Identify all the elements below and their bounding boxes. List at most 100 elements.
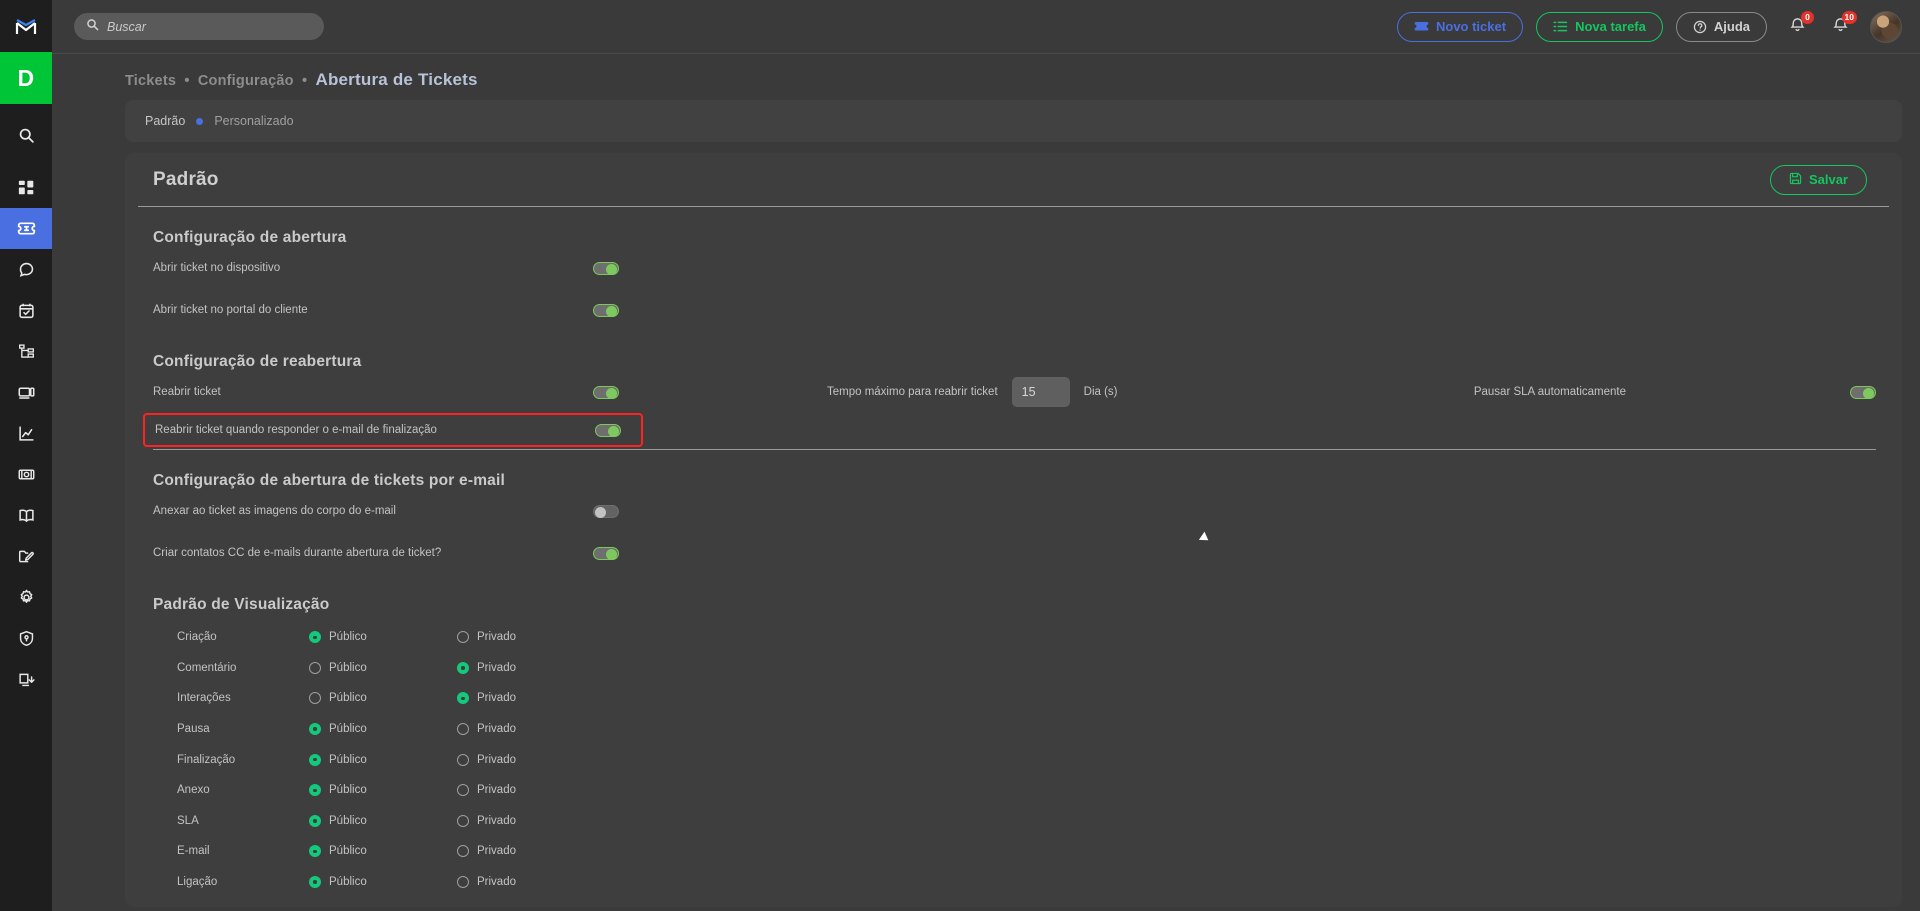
breadcrumb-sep-1: • (184, 73, 190, 89)
radio-option-public[interactable]: Público (309, 845, 457, 858)
radio-option-private[interactable]: Privado (457, 692, 605, 705)
radio-public-icon[interactable] (309, 723, 321, 736)
notifications-button[interactable]: 10 (1827, 10, 1857, 40)
radio-option-label: Público (329, 753, 367, 766)
radio-option-private[interactable]: Privado (457, 631, 605, 644)
radio-option-private[interactable]: Privado (457, 723, 605, 736)
visibility-row: Pausa Público Privado (177, 714, 1876, 745)
radio-option-public[interactable]: Público (309, 784, 457, 797)
visibility-row-label: Anexo (177, 784, 210, 797)
radio-option-public[interactable]: Público (309, 753, 457, 766)
radio-option-label: Privado (477, 661, 516, 674)
radio-option-private[interactable]: Privado (457, 753, 605, 766)
reopen-days-input[interactable] (1011, 377, 1070, 407)
radio-public-icon[interactable] (309, 631, 321, 644)
radio-public-icon[interactable] (309, 661, 321, 674)
company-m-logo[interactable] (0, 0, 52, 52)
radio-private-icon[interactable] (457, 723, 469, 736)
radio-public-icon[interactable] (309, 876, 321, 889)
shield-key-icon (18, 630, 35, 647)
toggle-knob-icon (606, 263, 617, 275)
radio-option-private[interactable]: Privado (457, 814, 605, 827)
sidebar-item-finance[interactable] (0, 454, 52, 495)
tab-personalizado[interactable]: Personalizado (214, 114, 293, 128)
new-ticket-button[interactable]: Novo ticket (1396, 11, 1524, 42)
breadcrumb-item-tickets[interactable]: Tickets (125, 73, 176, 89)
sidebar-item-security[interactable] (0, 618, 52, 659)
sidebar-item-devices[interactable] (0, 372, 52, 413)
pause-sla-label: Pausar SLA automaticamente (1473, 386, 1626, 398)
pause-sla-group: Pausar SLA automaticamente (1473, 385, 1876, 399)
search-box[interactable] (74, 13, 324, 40)
radio-option-public[interactable]: Público (309, 692, 457, 705)
account-avatar-letter[interactable]: D (0, 52, 52, 104)
radio-public-icon[interactable] (309, 753, 321, 766)
radio-option-private[interactable]: Privado (457, 876, 605, 889)
radio-private-icon[interactable] (457, 661, 469, 674)
sidebar-item-chat[interactable] (0, 249, 52, 290)
radio-option-label: Privado (477, 845, 516, 858)
help-label: Ajuda (1713, 19, 1750, 34)
toggle-abrir-portal[interactable] (593, 303, 619, 317)
search-icon (18, 127, 35, 144)
radio-option-public[interactable]: Público (309, 661, 457, 674)
save-button[interactable]: Salvar (1769, 164, 1867, 195)
sidebar-item-reports[interactable] (0, 413, 52, 454)
radio-public-icon[interactable] (309, 784, 321, 797)
toggle-abrir-dispositivo[interactable] (593, 261, 619, 275)
alerts-button[interactable]: 0 (1784, 10, 1814, 40)
radio-private-icon[interactable] (457, 814, 469, 827)
radio-private-icon[interactable] (457, 753, 469, 766)
help-button[interactable]: Ajuda (1675, 11, 1767, 42)
tab-padrao[interactable]: Padrão (145, 114, 185, 128)
new-ticket-label: Novo ticket (1435, 19, 1507, 34)
visibility-row: Ligação Público Privado (177, 867, 1876, 898)
sidebar-item-knowledge-base[interactable] (0, 495, 52, 536)
new-task-button[interactable]: Nova tarefa (1536, 11, 1663, 42)
radio-public-icon[interactable] (309, 845, 321, 858)
visibility-row: Finalização Público Privado (177, 744, 1876, 775)
sidebar-item-search[interactable] (0, 115, 52, 156)
setting-label: Abrir ticket no portal do cliente (153, 304, 308, 316)
setting-row-abrir-dispositivo: Abrir ticket no dispositivo (153, 247, 1876, 289)
radio-option-private[interactable]: Privado (457, 661, 605, 674)
radio-option-public[interactable]: Público (309, 723, 457, 736)
toggle-pause-sla[interactable] (1850, 385, 1876, 399)
card-body: Configuração de abertura Abrir ticket no… (125, 229, 1902, 897)
toggle-knob-icon (606, 548, 617, 560)
radio-option-private[interactable]: Privado (457, 845, 605, 858)
setting-label: Reabrir ticket (153, 386, 221, 398)
sidebar-item-downloads[interactable] (0, 659, 52, 700)
breadcrumb-item-configuracao[interactable]: Configuração (198, 73, 294, 89)
visibility-row-label: Interações (177, 692, 231, 705)
radio-private-icon[interactable] (457, 845, 469, 858)
avatar[interactable] (1870, 10, 1902, 43)
toggle-reabrir-ticket[interactable] (593, 385, 619, 399)
radio-public-icon[interactable] (309, 692, 321, 705)
sidebar-item-tasks[interactable] (0, 290, 52, 331)
breadcrumb: Tickets • Configuração • Abertura de Tic… (52, 54, 1920, 100)
toggle-reabrir-email[interactable] (595, 423, 621, 437)
sidebar-item-tickets[interactable] (0, 208, 52, 249)
sidebar-item-inventory[interactable] (0, 331, 52, 372)
sidebar-item-settings[interactable] (0, 577, 52, 618)
radio-private-icon[interactable] (457, 631, 469, 644)
org-tree-icon (18, 343, 35, 360)
radio-private-icon[interactable] (457, 876, 469, 889)
toggle-criar-contatos-cc[interactable] (593, 546, 619, 560)
search-input[interactable] (107, 19, 312, 34)
card-title: Padrão (153, 168, 219, 190)
radio-option-public[interactable]: Público (309, 814, 457, 827)
setting-label: Reabrir ticket quando responder o e-mail… (155, 424, 437, 436)
radio-private-icon[interactable] (457, 692, 469, 705)
radio-option-public[interactable]: Público (309, 876, 457, 889)
new-task-label: Nova tarefa (1575, 19, 1646, 34)
radio-private-icon[interactable] (457, 784, 469, 797)
radio-option-private[interactable]: Privado (457, 784, 605, 797)
radio-option-public[interactable]: Público (309, 631, 457, 644)
radio-option-label: Público (329, 814, 367, 827)
radio-public-icon[interactable] (309, 814, 321, 827)
sidebar-item-projects[interactable] (0, 536, 52, 577)
sidebar-item-dashboard[interactable] (0, 167, 52, 208)
toggle-anexar-imagens[interactable] (593, 504, 619, 518)
